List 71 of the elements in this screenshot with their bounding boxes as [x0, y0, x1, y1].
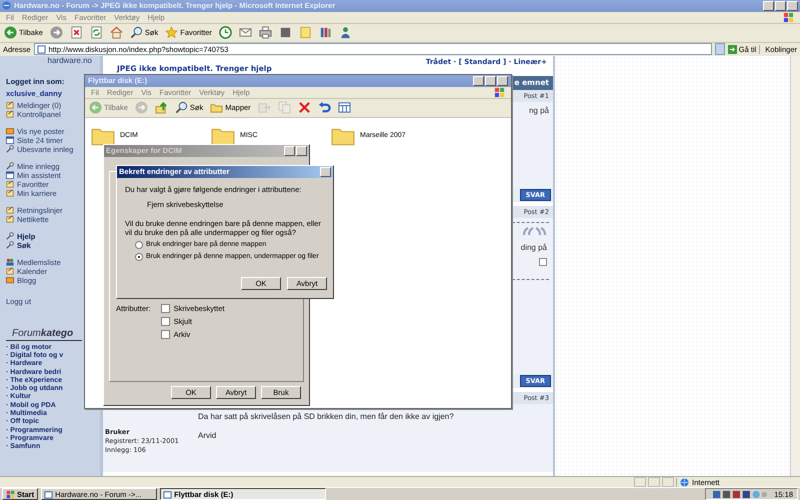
radio-button[interactable] — [135, 240, 143, 249]
envelope-icon — [6, 127, 14, 136]
toolbar-button[interactable] — [154, 100, 169, 116]
calendar-icon — [6, 136, 14, 144]
toolbar-button[interactable] — [258, 25, 273, 40]
note-icon — [298, 26, 312, 40]
forward-icon — [134, 101, 148, 114]
arrow-icon — [728, 44, 737, 54]
move-icon — [258, 101, 271, 114]
up-arrow-icon — [154, 101, 168, 114]
post-text-fragment: ng på — [528, 106, 549, 115]
delete-icon — [298, 101, 311, 114]
toolbar-button[interactable] — [68, 25, 84, 40]
expand-icon[interactable] — [539, 258, 547, 266]
clock-icon — [218, 26, 232, 40]
toolbar-button[interactable] — [218, 25, 233, 40]
close-button[interactable] — [320, 166, 331, 177]
search-icon — [130, 26, 143, 40]
envelope-icon — [6, 276, 14, 284]
people-icon — [6, 258, 14, 266]
views-icon — [338, 101, 351, 114]
windows-logo-icon — [6, 490, 15, 498]
category-heading: Forumkatego — [6, 328, 82, 341]
toolbar-button[interactable] — [108, 25, 124, 40]
checkbox[interactable] — [160, 304, 170, 313]
maximize-button[interactable] — [485, 76, 496, 86]
windows-logo-icon — [783, 12, 794, 23]
checkbox[interactable] — [160, 316, 170, 326]
post-text-fragment: ding på — [520, 242, 547, 252]
home-icon — [110, 26, 123, 40]
stop-icon — [70, 26, 83, 40]
windows-logo-icon — [494, 86, 505, 98]
books-icon — [318, 26, 332, 40]
status-pane — [662, 477, 674, 487]
square-icon — [278, 26, 292, 40]
close-button[interactable] — [787, 0, 798, 11]
search-icon — [174, 101, 188, 114]
quote-marks-icon — [521, 224, 547, 237]
back-icon — [4, 26, 17, 40]
scrollbar[interactable] — [790, 56, 800, 476]
dropdown-button[interactable] — [714, 43, 725, 56]
mail-icon — [238, 26, 252, 40]
checkbox[interactable] — [160, 330, 170, 339]
star-icon — [165, 26, 178, 40]
copy-icon — [278, 101, 291, 114]
status-pane — [634, 477, 646, 487]
radio-button[interactable] — [135, 252, 143, 261]
calendar-icon — [6, 171, 14, 180]
toolbar-button[interactable] — [48, 25, 64, 40]
minimize-button[interactable] — [473, 76, 484, 86]
site-logo: hardware.no — [48, 56, 93, 65]
post-text: Da har satt på skrivelåsen på SD brikken din, men får den ikke av igjen? — [198, 412, 455, 421]
undo-icon — [318, 101, 331, 114]
post-text: Arvid — [198, 430, 218, 440]
status-pane — [648, 477, 660, 487]
toolbar-button[interactable] — [88, 25, 104, 40]
globe-icon — [680, 478, 689, 486]
toolbar-button[interactable] — [316, 100, 332, 116]
printer-icon — [258, 26, 272, 40]
restore-button[interactable] — [775, 0, 786, 11]
window-icon — [163, 490, 172, 498]
toolbar-button[interactable] — [296, 100, 312, 116]
close-button[interactable] — [497, 76, 508, 86]
forward-icon — [50, 26, 63, 40]
toolbar-button[interactable] — [336, 100, 352, 116]
back-icon — [89, 101, 102, 114]
person-icon — [338, 26, 352, 40]
page-icon — [36, 44, 46, 54]
minimize-button[interactable] — [763, 0, 774, 11]
refresh-icon — [90, 26, 103, 40]
notepad-icon — [6, 267, 14, 276]
